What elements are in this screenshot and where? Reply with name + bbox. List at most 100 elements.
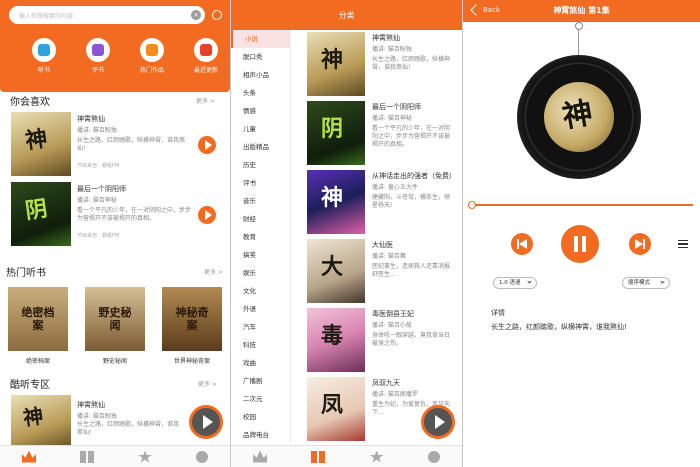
category-item[interactable]: 情感 — [231, 102, 290, 120]
home-tab-icon[interactable] — [22, 450, 36, 463]
hot-title: 绝密档案 — [25, 358, 50, 365]
book-cover: 神 — [307, 32, 365, 96]
progress-track[interactable] — [468, 201, 693, 209]
category-item[interactable]: 儿童 — [231, 120, 290, 138]
category-item[interactable]: 头条 — [231, 84, 290, 102]
book-source: 节目来自：蜻蜓FM — [77, 163, 120, 169]
category-item[interactable]: 财经 — [231, 210, 290, 228]
floating-player-button-2[interactable] — [421, 405, 455, 439]
book-cover: 神 — [307, 170, 365, 234]
play-icon — [204, 210, 212, 220]
player-title: 神霄煞仙 第1集 — [553, 6, 610, 15]
category-item[interactable]: 娱乐 — [231, 264, 290, 282]
mode-value: 顺序模式 — [628, 280, 651, 286]
headphones-icon — [32, 38, 56, 62]
play-button[interactable] — [198, 136, 216, 154]
mode-select[interactable]: 顺序模式 — [622, 277, 670, 289]
category-tab-icon[interactable] — [311, 450, 326, 463]
category-item[interactable]: 评书 — [231, 174, 290, 192]
book-cover: 凤 — [307, 377, 365, 441]
category-item[interactable]: 外语 — [231, 300, 290, 318]
book-desc: 长生之路，红颜踏歌，纵横神霄，谁我煞仙! — [372, 56, 451, 71]
settings-tab-icon[interactable] — [427, 450, 440, 463]
speed-select[interactable]: 1.0 语速 — [493, 277, 537, 289]
play-icon — [434, 415, 445, 429]
category-tab-icon[interactable] — [80, 450, 94, 463]
category-item[interactable]: 广播剧 — [231, 372, 290, 390]
home-tab-icon[interactable] — [253, 450, 268, 463]
tonearm-head — [575, 22, 583, 30]
book-source: 节目来自：蜻蜓FM — [77, 233, 120, 239]
search-bar[interactable]: 输入你想搜索的内容 × — [9, 6, 205, 24]
book-reader: 播讲: 猫百盼独 — [372, 46, 412, 53]
category-item[interactable]: 搞笑 — [231, 246, 290, 264]
category-item[interactable]: 脱口秀 — [231, 48, 290, 66]
quick-nav-label: 热门作品 — [139, 67, 164, 74]
category-item[interactable]: 出版精品 — [231, 138, 290, 156]
category-item[interactable]: 历史 — [231, 156, 290, 174]
progress-thumb[interactable] — [468, 201, 476, 209]
book-reader: 播讲: 猫百舞 — [372, 253, 406, 260]
book-reader: 播讲: 童心五大件 — [372, 184, 418, 191]
book-reader: 播讲: 猫百小故 — [372, 322, 412, 329]
more-link-like[interactable]: 更多 > — [196, 96, 215, 105]
quick-nav-item[interactable]: 评书 — [78, 38, 118, 74]
cool-title: 神霄煞仙 — [77, 401, 105, 409]
category-item[interactable]: 相声小品 — [231, 66, 290, 84]
book-desc: 建藏阳，斗苍穹，横条生，倾星杨天! — [372, 194, 451, 209]
quick-nav-item[interactable]: 热门作品 — [132, 38, 172, 74]
book-icon — [86, 38, 110, 62]
floating-player-button[interactable] — [189, 405, 223, 439]
book-desc: 看一个平凡的少年，在一对阴阳之中，步步为营揭开不该被揭开的真相。 — [77, 207, 192, 222]
category-item[interactable]: 科技 — [231, 336, 290, 354]
player-screen: Back 神霄煞仙 第1集 神 1.0 语速 顺序模式 详情 长生之路，红颜踏歌… — [463, 0, 700, 467]
quick-nav-label: 最近更新 — [193, 67, 218, 74]
hot-cover-text: 野史秘闻 — [98, 306, 132, 332]
book-title: 凤驭九天 — [372, 379, 400, 387]
play-button[interactable] — [198, 206, 216, 224]
category-item[interactable]: 校园 — [231, 408, 290, 426]
category-item[interactable]: 汽车 — [231, 318, 290, 336]
previous-button[interactable] — [511, 233, 533, 255]
category-item[interactable]: 戏曲 — [231, 354, 290, 372]
book-title: 从神话走出的强者（免费） — [372, 172, 456, 180]
player-header: Back 神霄煞仙 第1集 — [463, 0, 700, 22]
category-sidebar: 小说 脱口秀 相声小品 头条 情感 儿童 出版精品 历史 评书 音乐 财经 教育 搞笑 娱乐 文化 外语 汽车科… — [231, 30, 291, 445]
next-button[interactable] — [629, 233, 651, 255]
hot-cover: 绝密档案 — [8, 287, 68, 351]
category-item[interactable]: 音乐 — [231, 192, 290, 210]
book-cover: 大 — [307, 239, 365, 303]
quick-nav-item[interactable]: 最近更新 — [186, 38, 226, 74]
section-title-hot: 热门听书 — [6, 268, 46, 279]
cool-reader: 播讲: 猫百盼独 — [77, 413, 117, 420]
search-placeholder: 输入你想搜索的内容 — [19, 12, 74, 20]
book-desc: 看一个平凡的少年，在一对阴阳之中，步步为营揭开不该被揭开的真相。 — [372, 125, 451, 148]
favorite-tab-icon[interactable] — [138, 450, 152, 463]
history-icon[interactable] — [212, 10, 222, 20]
section-title-cool: 酷听专区 — [10, 380, 50, 391]
book-cover: 阴 — [11, 182, 71, 246]
pause-button[interactable] — [561, 225, 599, 263]
category-item[interactable]: 教育 — [231, 228, 290, 246]
category-item[interactable]: 二次元 — [231, 390, 290, 408]
category-item[interactable]: 小说 — [231, 30, 290, 48]
category-item[interactable]: 品牌电台 — [231, 426, 290, 444]
favorite-tab-icon[interactable] — [369, 450, 384, 463]
hot-cover-text: 绝密档案 — [21, 306, 55, 332]
chevron-down-icon — [527, 279, 532, 284]
book-desc: 身体吼一眼穿越，竟我背当日被身之伤。 — [372, 332, 451, 347]
playlist-menu-icon[interactable] — [678, 240, 688, 248]
category-item[interactable]: 文化 — [231, 282, 290, 300]
category-header-title: 分类 — [338, 10, 355, 20]
book-title: 大仙医 — [372, 241, 393, 249]
book-reader: 播讲: 猫百盼独 — [77, 127, 117, 134]
more-link-hot[interactable]: 更多 > — [204, 267, 223, 276]
settings-tab-icon[interactable] — [196, 450, 208, 463]
hot-title: 世界神秘奇案 — [173, 358, 210, 365]
clear-icon[interactable]: × — [191, 10, 201, 20]
quick-nav-item[interactable]: 听书 — [24, 38, 64, 74]
book-title: 毒医倒县王妃 — [372, 310, 414, 318]
more-link-cool[interactable]: 更多 > — [198, 379, 217, 388]
vinyl-disc: 神 — [517, 55, 641, 179]
chevron-down-icon — [660, 279, 665, 284]
